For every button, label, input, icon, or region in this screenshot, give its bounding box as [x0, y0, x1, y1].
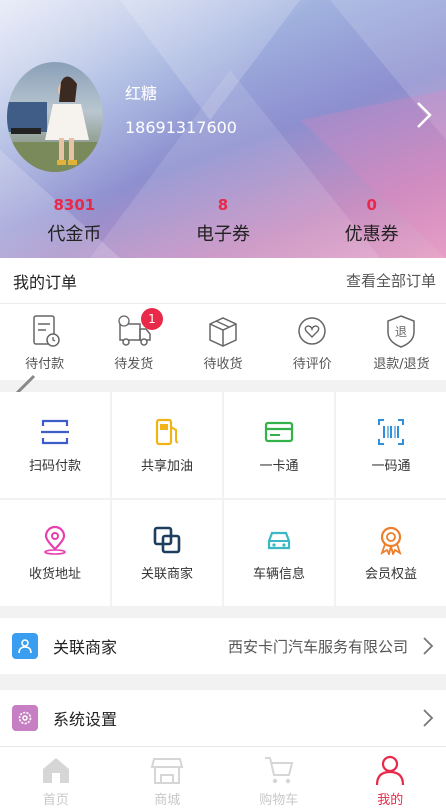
service-label: 关联商家 — [140, 566, 193, 582]
service-member[interactable]: 会员权益 — [336, 500, 446, 606]
store-icon — [150, 758, 184, 784]
order-status-label: 退款/退货 — [373, 357, 430, 372]
orders-header: 我的订单 查看全部订单 — [0, 258, 446, 304]
card-icon — [264, 421, 294, 442]
order-pending-payment[interactable]: 待付款 — [0, 304, 89, 380]
svg-text:退: 退 — [395, 325, 407, 339]
order-status-label: 待评价 — [292, 357, 332, 372]
service-label: 会员权益 — [364, 566, 417, 582]
member-badge-icon — [380, 526, 402, 555]
chevron-right-icon — [423, 709, 434, 727]
asset-value: 8301 — [53, 196, 96, 214]
service-barcode[interactable]: 一码通 — [336, 392, 446, 498]
car-icon — [267, 531, 291, 549]
asset-summary: 8301 代金币 8 电子券 0 优惠券 — [0, 192, 446, 258]
service-scan-pay[interactable]: 扫码付款 — [0, 392, 110, 498]
cart-icon — [264, 757, 294, 784]
service-linked-merchant[interactable]: 关联商家 — [112, 500, 222, 606]
order-pending-shipment[interactable]: 1 待发货 — [89, 304, 178, 380]
pending-review-icon — [298, 317, 326, 345]
link-merchant-icon — [153, 526, 181, 553]
order-refund[interactable]: 退 退款/退货 — [357, 304, 446, 380]
service-card[interactable]: 一卡通 — [224, 392, 334, 498]
linked-merchant-row[interactable]: 关联商家 西安卡门汽车服务有限公司 — [0, 618, 446, 674]
row-label: 关联商家 — [53, 638, 118, 657]
profile-icon — [376, 755, 405, 786]
profile-header: 红糖 18691317600 8301 代金币 8 电子券 0 优惠券 — [0, 0, 446, 258]
order-status-label: 待收货 — [203, 357, 243, 372]
service-label: 车辆信息 — [252, 566, 305, 582]
location-pin-icon — [44, 525, 66, 555]
asset-vouchers-coins[interactable]: 8301 代金币 — [0, 192, 149, 258]
service-fuel[interactable]: 共享加油 — [112, 392, 222, 498]
order-pending-review[interactable]: 待评价 — [268, 304, 357, 380]
order-count-badge: 1 — [140, 308, 163, 330]
asset-e-coupons[interactable]: 8 电子券 — [149, 192, 298, 258]
service-label: 扫码付款 — [28, 458, 81, 474]
asset-value: 8 — [217, 196, 229, 214]
service-label: 一卡通 — [259, 458, 299, 474]
view-all-orders-link[interactable]: 查看全部订单 — [346, 270, 436, 291]
avatar[interactable] — [7, 62, 103, 172]
service-vehicle[interactable]: 车辆信息 — [224, 500, 334, 606]
refund-icon: 退 — [387, 315, 416, 348]
pending-payment-icon — [32, 315, 60, 347]
service-label: 共享加油 — [140, 458, 193, 474]
tab-label: 我的 — [377, 793, 404, 808]
tab-profile[interactable]: 我的 — [335, 747, 446, 812]
order-status-label: 待付款 — [25, 357, 65, 372]
username: 红糖 — [125, 84, 158, 103]
my-orders-section: 我的订单 查看全部订单 待付款 1 待发货 待收货 待评价 退 退款/退货 — [0, 258, 446, 380]
tab-store[interactable]: 商城 — [112, 747, 224, 812]
service-address[interactable]: 收货地址 — [0, 500, 110, 606]
service-label: 收货地址 — [28, 566, 81, 582]
order-status-label: 待发货 — [114, 357, 154, 372]
orders-title: 我的订单 — [13, 272, 78, 292]
service-grid: 扫码付款 共享加油 一卡通 一码通 收货地址 关联商家 车辆信息 会员权益 — [0, 392, 446, 606]
tab-label: 购物车 — [259, 793, 299, 808]
merchant-name: 西安卡门汽车服务有限公司 — [227, 637, 408, 656]
tab-label: 商城 — [154, 793, 181, 808]
phone-number: 18691317600 — [125, 118, 237, 137]
asset-discount-coupons[interactable]: 0 优惠券 — [297, 192, 446, 258]
system-settings-row[interactable]: 系统设置 — [0, 690, 446, 746]
tab-cart[interactable]: 购物车 — [223, 747, 335, 812]
bottom-tab-bar: 首页 商城 购物车 我的 — [0, 746, 446, 812]
row-label: 系统设置 — [53, 710, 118, 729]
home-icon — [42, 758, 69, 783]
service-label: 一码通 — [371, 458, 411, 474]
order-status-row: 待付款 1 待发货 待收货 待评价 退 退款/退货 — [0, 304, 446, 380]
scan-pay-icon — [41, 419, 69, 444]
gear-icon — [12, 705, 38, 731]
asset-label: 优惠券 — [344, 224, 399, 245]
chevron-right-icon — [423, 637, 434, 655]
tab-label: 首页 — [42, 793, 69, 808]
user-icon — [12, 633, 38, 659]
barcode-icon — [378, 418, 404, 445]
order-pending-receipt[interactable]: 待收货 — [178, 304, 267, 380]
asset-label: 电子券 — [196, 224, 250, 245]
chevron-right-icon[interactable] — [414, 100, 434, 130]
pending-receipt-icon — [209, 317, 237, 347]
fuel-pump-icon — [155, 418, 179, 445]
asset-value: 0 — [366, 196, 377, 214]
tab-home[interactable]: 首页 — [0, 747, 112, 812]
asset-label: 代金币 — [47, 224, 102, 245]
